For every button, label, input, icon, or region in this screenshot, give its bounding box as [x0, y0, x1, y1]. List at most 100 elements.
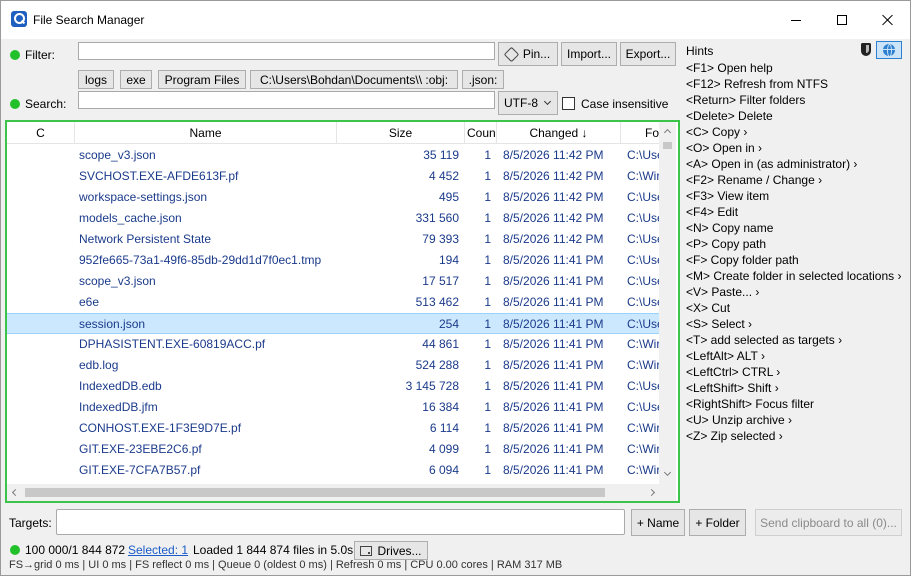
row-count: 1: [484, 442, 491, 456]
filter-chip-documents[interactable]: C:\Users\Bohdan\Documents\\ :obj:: [250, 70, 458, 89]
column-header-name[interactable]: Name: [75, 122, 337, 144]
table-row[interactable]: edb.log 524 288 1 8/5/2026 11:41 PM C:\Wir: [7, 355, 660, 376]
table-row[interactable]: IndexedDB.edb 3 145 728 1 8/5/2026 11:41 PM…: [7, 376, 661, 397]
row-changed: 8/5/2026 11:41 PM: [503, 358, 604, 372]
hint-item[interactable]: <LeftCtrl> CTRL ›: [686, 365, 780, 379]
hint-item[interactable]: <V> Paste... ›: [686, 285, 759, 299]
maximize-button[interactable]: [819, 1, 865, 39]
row-folder: C:\Use: [627, 400, 661, 414]
scroll-right-icon[interactable]: [647, 488, 656, 497]
table-row[interactable]: models_cache.json 331 560 1 8/5/2026 11:42 …: [7, 208, 661, 229]
row-changed: 8/5/2026 11:41 PM: [503, 442, 604, 456]
import-button[interactable]: Import...: [561, 42, 617, 66]
hint-item[interactable]: <F4> Edit: [686, 205, 738, 219]
table-row[interactable]: workspace-settings.json 495 1 8/5/2026 11:4…: [7, 187, 661, 208]
drives-button[interactable]: Drives...: [354, 541, 428, 560]
hint-item[interactable]: <S> Select ›: [686, 317, 752, 331]
hint-item[interactable]: <Return> Filter folders: [686, 93, 805, 107]
hint-item[interactable]: <C> Copy ›: [686, 125, 747, 139]
table-row[interactable]: GIT.EXE-7CFA7B57.pf 6 094 1 8/5/2026 11:41 …: [7, 460, 660, 481]
row-name: 952fe665-73a1-49f6-85db-29dd1d7f0ec1.tmp: [79, 253, 322, 267]
selected-link[interactable]: Selected: 1: [128, 543, 188, 557]
row-count: 1: [484, 317, 491, 331]
row-name: CONHOST.EXE-1F3E9D7E.pf: [79, 421, 242, 435]
column-header-changed[interactable]: Changed ↓: [497, 122, 621, 144]
filter-chip-logs[interactable]: logs: [78, 70, 114, 89]
hint-item[interactable]: <LeftShift> Shift ›: [686, 381, 779, 395]
column-header-size[interactable]: Size: [337, 122, 465, 144]
minimize-button[interactable]: [773, 1, 819, 39]
export-button[interactable]: Export...: [620, 42, 676, 66]
table-row[interactable]: DPHASISTENT.EXE-60819ACC.pf 44 861 1 8/5/20…: [7, 334, 660, 355]
send-clipboard-button[interactable]: Send clipboard to all (0)...: [755, 509, 902, 536]
hint-item[interactable]: <U> Unzip archive ›: [686, 413, 792, 427]
column-header-changed-label: Changed: [529, 126, 579, 140]
table-row[interactable]: e6e 513 462 1 8/5/2026 11:41 PM C:\Use: [7, 292, 661, 313]
hint-item[interactable]: <P> Copy path: [686, 237, 766, 251]
table-row[interactable]: GIT.EXE-23EBE2C6.pf 4 099 1 8/5/2026 11:41 …: [7, 439, 661, 460]
row-changed: 8/5/2026 11:42 PM: [503, 169, 604, 183]
row-count: 1: [484, 400, 491, 414]
case-insensitive-checkbox[interactable]: [562, 97, 575, 110]
row-size: 35 119: [423, 148, 459, 162]
vertical-scroll-thumb[interactable]: [663, 142, 672, 149]
column-header-count[interactable]: Count: [465, 122, 497, 144]
table-row[interactable]: session.json 254 1 8/5/2026 11:41 PM C:\Use: [7, 313, 661, 334]
table-row[interactable]: CONHOST.EXE-1F3E9D7E.pf 6 114 1 8/5/2026 11…: [7, 418, 660, 439]
hint-item[interactable]: <F3> View item: [686, 189, 769, 203]
add-name-button[interactable]: + Name: [631, 509, 685, 536]
case-insensitive-label[interactable]: Case insensitive: [581, 97, 668, 111]
table-row[interactable]: IndexedDB.jfm 16 384 1 8/5/2026 11:41 PM C:\…: [7, 397, 661, 418]
filter-chip-json[interactable]: .json:: [462, 70, 504, 89]
table-row[interactable]: SVCHOST.EXE-AFDE613F.pf 4 452 1 8/5/2026 11…: [7, 166, 660, 187]
hint-item[interactable]: <RightShift> Focus filter: [686, 397, 814, 411]
close-button[interactable]: [865, 1, 911, 39]
hint-item[interactable]: <O> Open in ›: [686, 141, 762, 155]
add-folder-button[interactable]: + Folder: [689, 509, 746, 536]
filter-chip-exe[interactable]: exe: [120, 70, 152, 89]
file-list[interactable]: C Name Size Count Changed ↓ Folder scope…: [5, 120, 680, 503]
filter-input[interactable]: [78, 42, 495, 60]
title-bar[interactable]: File Search Manager: [1, 1, 910, 39]
row-count: 1: [484, 232, 491, 246]
hint-item[interactable]: <F2> Rename / Change ›: [686, 173, 822, 187]
row-name: edb.log: [79, 358, 119, 372]
shield-icon[interactable]: [861, 43, 871, 56]
targets-input[interactable]: [56, 509, 625, 535]
scroll-left-icon[interactable]: [11, 488, 20, 497]
hint-item[interactable]: <Delete> Delete: [686, 109, 773, 123]
row-count: 1: [484, 337, 491, 351]
hint-item[interactable]: <Z> Zip selected ›: [686, 429, 783, 443]
language-button[interactable]: [876, 41, 902, 59]
horizontal-scrollbar[interactable]: [7, 484, 676, 501]
hint-item[interactable]: <F12> Refresh from NTFS: [686, 77, 828, 91]
search-input[interactable]: [78, 91, 495, 109]
column-header-folder[interactable]: Folder: [621, 122, 661, 144]
row-size: 495: [438, 190, 459, 204]
table-row[interactable]: scope_v3.json 35 119 1 8/5/2026 11:42 PM C:\…: [7, 145, 661, 166]
row-name: GIT.EXE-23EBE2C6.pf: [79, 442, 202, 456]
vertical-scrollbar[interactable]: [659, 122, 676, 484]
column-header-c[interactable]: C: [7, 122, 75, 144]
pin-button[interactable]: Pin...: [498, 42, 558, 66]
table-row[interactable]: Network Persistent State 79 393 1 8/5/2026 …: [7, 229, 661, 250]
table-row[interactable]: scope_v3.json 17 517 1 8/5/2026 11:41 PM C:\…: [7, 271, 661, 292]
scroll-up-icon[interactable]: [663, 128, 672, 137]
table-row[interactable]: 952fe665-73a1-49f6-85db-29dd1d7f0ec1.tmp…: [7, 250, 661, 271]
hint-item[interactable]: <F> Copy folder path: [686, 253, 799, 267]
row-changed: 8/5/2026 11:42 PM: [503, 211, 604, 225]
hint-item[interactable]: <LeftAlt> ALT ›: [686, 349, 765, 363]
hint-item[interactable]: <N> Copy name: [686, 221, 773, 235]
hint-item[interactable]: <M> Create folder in selected locations …: [686, 269, 901, 283]
hint-item[interactable]: <T> add selected as targets ›: [686, 333, 842, 347]
encoding-select[interactable]: UTF-8: [498, 91, 558, 115]
row-changed: 8/5/2026 11:42 PM: [503, 148, 604, 162]
hint-item[interactable]: <X> Cut: [686, 301, 730, 315]
row-folder: C:\Wir: [627, 442, 661, 456]
hint-item[interactable]: <A> Open in (as administrator) ›: [686, 157, 857, 171]
scroll-down-icon[interactable]: [663, 468, 672, 477]
horizontal-scroll-thumb[interactable]: [25, 488, 605, 497]
row-size: 3 145 728: [405, 379, 459, 393]
filter-chip-program-files[interactable]: Program Files: [158, 70, 246, 89]
hint-item[interactable]: <F1> Open help: [686, 61, 773, 75]
